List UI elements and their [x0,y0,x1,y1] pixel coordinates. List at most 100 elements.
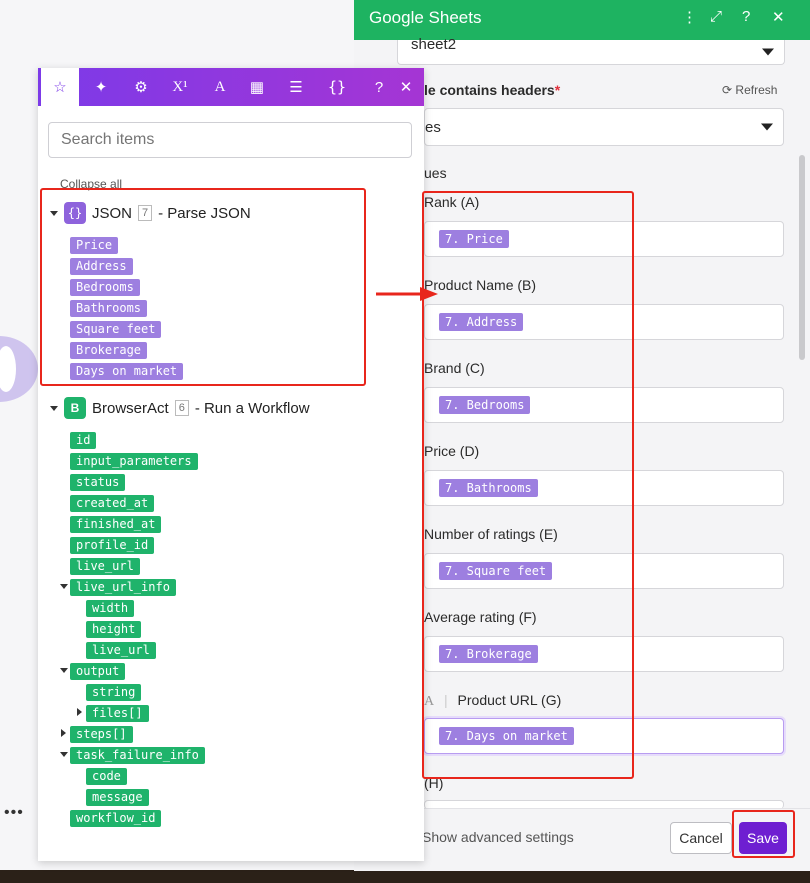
mapped-token[interactable]: 7. Price [439,230,509,248]
caret-down-icon[interactable] [50,210,58,216]
item-code[interactable]: code [86,768,127,785]
json-module-row[interactable]: {} JSON 7 - Parse JSON [50,202,251,224]
text-tab-icon[interactable]: A [201,68,239,106]
cancel-button[interactable]: Cancel [670,822,732,854]
item-days-on-market[interactable]: Days on market [70,363,184,380]
item-address[interactable]: Address [70,258,133,275]
item-input-parameters[interactable]: input_parameters [70,453,198,470]
settings-tab-icon[interactable]: ⚙ [122,68,160,106]
ai-tab-icon[interactable]: ✦ [82,68,120,106]
mapped-token[interactable]: 7. Address [439,313,524,331]
item-message[interactable]: message [86,789,149,806]
field-input-avg-rating[interactable]: 7. Brokerage [424,636,784,672]
item-bathrooms[interactable]: Bathrooms [70,300,148,317]
show-advanced-toggle[interactable]: Show advanced settings [422,829,574,845]
module-number: 7 [138,205,153,221]
module-action: - Parse JSON [158,204,251,222]
headers-value: es [425,119,441,136]
headers-select[interactable]: es [424,108,784,146]
mapped-token[interactable]: 7. Square feet [439,562,553,580]
field-input-rank[interactable]: 7. Price [424,221,784,257]
item-string[interactable]: string [86,684,142,701]
caret-down-icon[interactable] [60,668,68,673]
field-label-product-name: Product Name (B) [424,277,537,293]
mapped-token[interactable]: 7. Brokerage [439,645,538,663]
browseract-icon: B [64,397,86,419]
item-live-url[interactable]: live_url [70,558,140,575]
bottom-strip [0,870,810,883]
save-button[interactable]: Save [739,822,787,854]
item-square-feet[interactable]: Square feet [70,321,162,338]
json-icon: {} [64,202,86,224]
field-label-brand: Brand (C) [424,360,485,376]
caret-right-icon[interactable] [61,729,66,737]
item-task-failure-info[interactable]: task_failure_info [70,747,205,764]
more-icon[interactable]: ••• [4,804,24,822]
table-tab-icon[interactable]: ☰ [277,68,315,106]
favorites-tab-icon[interactable]: ☆ [41,68,79,106]
module-number: 6 [174,400,189,416]
field-input-product-name[interactable]: 7. Address [424,304,784,340]
mapping-picker: ☆ ✦ ⚙ X¹ A ▦ ☰ {} ? ✕ Collapse all {} JS… [38,68,424,861]
item-steps[interactable]: steps[] [70,726,133,743]
mapped-token[interactable]: 7. Days on market [439,727,574,745]
math-tab-icon[interactable]: X¹ [161,68,199,106]
module-action: - Run a Workflow [194,399,310,417]
caret-down-icon[interactable] [60,584,68,589]
mapped-token[interactable]: 7. Bedrooms [439,396,531,414]
caret-down-icon[interactable] [60,752,68,757]
close-icon[interactable]: ✕ [772,8,785,26]
field-label-rank: Rank (A) [424,194,480,210]
item-files[interactable]: files[] [86,705,149,722]
json-tab-icon[interactable]: {} [318,68,356,106]
sheet-value: sheet2 [411,36,457,53]
panel-title: Google Sheets [369,8,482,27]
picker-tabs: ☆ ✦ ⚙ X¹ A ▦ ☰ {} ? ✕ [38,68,424,106]
field-input-price[interactable]: 7. Bathrooms [424,470,784,506]
scrollbar[interactable] [799,155,805,360]
values-label: ues [424,165,447,181]
field-input-ratings[interactable]: 7. Square feet [424,553,784,589]
item-status[interactable]: status [70,474,126,491]
headers-label: le contains headers* [424,82,561,98]
caret-right-icon[interactable] [77,708,82,716]
help-icon[interactable]: ? [742,8,750,25]
item-id[interactable]: id [70,432,97,449]
item-brokerage[interactable]: Brokerage [70,342,148,359]
field-label-ratings: Number of ratings (E) [424,526,558,542]
item-output[interactable]: output [70,663,126,680]
browseract-module-row[interactable]: B BrowserAct 6 - Run a Workflow [50,397,310,419]
refresh-icon: ⟳ [722,83,733,97]
item-live-url-nested[interactable]: live_url [86,642,156,659]
field-label-avg-rating: Average rating (F) [424,609,537,625]
field-label-price: Price (D) [424,443,480,459]
field-label-h: (H) [424,775,444,791]
module-name: JSON [92,204,133,222]
caret-down-icon[interactable] [50,405,58,411]
calendar-tab-icon[interactable]: ▦ [238,68,276,106]
expand-icon[interactable]: ⤢ [710,8,722,25]
search-input[interactable] [48,122,412,158]
field-label-product-url: A | Product URL (G) [424,692,562,709]
sheet-select[interactable]: sheet2 [397,36,785,65]
close-icon[interactable]: ✕ [387,68,425,106]
item-workflow-id[interactable]: workflow_id [70,810,162,827]
field-input-product-url[interactable]: 7. Days on market [424,718,784,754]
collapse-all-link[interactable]: Collapse all [60,177,122,191]
field-input-brand[interactable]: 7. Bedrooms [424,387,784,423]
item-created-at[interactable]: created_at [70,495,155,512]
chevron-down-icon [762,48,774,56]
arrow-icon [376,287,438,301]
kebab-menu-icon[interactable]: ⋮ [682,8,697,26]
item-finished-at[interactable]: finished_at [70,516,162,533]
item-price[interactable]: Price [70,237,119,254]
item-profile-id[interactable]: profile_id [70,537,155,554]
chevron-down-icon [761,123,773,131]
item-bedrooms[interactable]: Bedrooms [70,279,140,296]
mapped-token[interactable]: 7. Bathrooms [439,479,538,497]
refresh-button[interactable]: ⟳ Refresh [722,83,777,97]
module-name: BrowserAct [92,399,169,417]
item-live-url-info[interactable]: live_url_info [70,579,176,596]
item-height[interactable]: height [86,621,142,638]
item-width[interactable]: width [86,600,135,617]
